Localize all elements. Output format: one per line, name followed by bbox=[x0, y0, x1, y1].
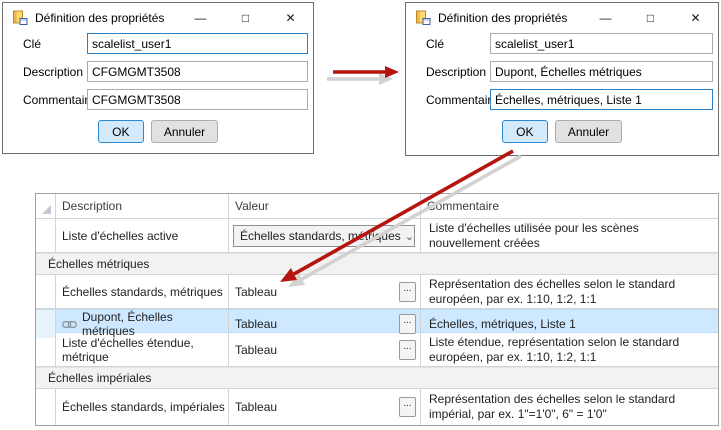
minimize-button[interactable]: — bbox=[178, 3, 223, 33]
cancel-button[interactable]: Annuler bbox=[151, 120, 218, 143]
section-echelles-imperiales[interactable]: Échelles impériales bbox=[36, 367, 718, 389]
title-bar[interactable]: Définition des propriétés — □ ✕ bbox=[406, 3, 718, 33]
ok-button[interactable]: OK bbox=[502, 120, 548, 143]
ellipsis-button[interactable]: ... bbox=[399, 314, 416, 334]
properties-icon bbox=[12, 10, 28, 26]
description-label: Description bbox=[426, 65, 490, 79]
description-input[interactable] bbox=[490, 61, 713, 82]
dialog-title: Définition des propriétés bbox=[438, 11, 567, 25]
scale-list-dropdown[interactable]: Échelles standards, métriques ⌄ bbox=[233, 225, 415, 247]
properties-icon bbox=[415, 10, 431, 26]
key-label: Clé bbox=[426, 37, 490, 51]
table-row-active-scale-list[interactable]: Liste d'échelles active Échelles standar… bbox=[36, 219, 718, 253]
table-header-row: Description Valeur Commentaire bbox=[36, 194, 718, 219]
property-table: Description Valeur Commentaire Liste d'é… bbox=[35, 193, 719, 426]
comment-input[interactable] bbox=[87, 89, 308, 110]
header-value: Valeur bbox=[229, 194, 421, 218]
link-icon bbox=[62, 320, 77, 329]
corner-triangle-icon bbox=[42, 205, 51, 214]
row-value: Tableau bbox=[235, 317, 277, 331]
minimize-button[interactable]: — bbox=[583, 3, 628, 33]
key-input[interactable] bbox=[87, 33, 308, 54]
header-description: Description bbox=[56, 194, 229, 218]
maximize-button[interactable]: □ bbox=[628, 3, 673, 33]
comment-label: Commentaire bbox=[23, 93, 87, 107]
description-input[interactable] bbox=[87, 61, 308, 82]
ellipsis-button[interactable]: ... bbox=[399, 397, 416, 417]
row-comment: Liste d'échelles utilisée pour les scène… bbox=[421, 219, 718, 253]
cancel-button[interactable]: Annuler bbox=[555, 120, 622, 143]
row-description: Liste d'échelles active bbox=[56, 219, 229, 253]
close-button[interactable]: ✕ bbox=[268, 3, 313, 33]
header-comment: Commentaire bbox=[421, 194, 718, 218]
row-description: Liste d'échelles étendue, métrique bbox=[56, 333, 229, 367]
chevron-down-icon: ⌄ bbox=[405, 230, 414, 243]
row-value: Tableau bbox=[235, 285, 277, 299]
dropdown-value: Échelles standards, métriques bbox=[240, 229, 401, 243]
title-bar[interactable]: Définition des propriétés — □ ✕ bbox=[3, 3, 313, 33]
key-label: Clé bbox=[23, 37, 87, 51]
table-row-standards-metriques[interactable]: Échelles standards, métriques Tableau ..… bbox=[36, 275, 718, 309]
row-description: Échelles standards, métriques bbox=[56, 275, 229, 309]
transform-arrow-head bbox=[385, 66, 399, 78]
row-comment: Représentation des échelles selon le sta… bbox=[421, 275, 718, 309]
select-all-corner[interactable] bbox=[36, 194, 55, 218]
table-row-liste-etendue[interactable]: Liste d'échelles étendue, métrique Table… bbox=[36, 333, 718, 367]
table-row-dupont-metriques-selected[interactable]: Dupont, Échelles métriques Tableau ... É… bbox=[36, 309, 718, 333]
maximize-button[interactable]: □ bbox=[223, 3, 268, 33]
comment-input[interactable] bbox=[490, 89, 713, 110]
key-input[interactable] bbox=[490, 33, 713, 54]
row-value: Tableau bbox=[235, 400, 277, 414]
ok-button[interactable]: OK bbox=[98, 120, 144, 143]
row-comment: Liste étendue, représentation selon le s… bbox=[421, 333, 718, 367]
row-description: Échelles standards, impériales bbox=[56, 389, 229, 425]
ellipsis-button[interactable]: ... bbox=[399, 282, 416, 302]
row-comment: Représentation des échelles selon le sta… bbox=[421, 389, 718, 425]
description-label: Description bbox=[23, 65, 87, 79]
dialog-title: Définition des propriétés bbox=[35, 11, 164, 25]
section-echelles-metriques[interactable]: Échelles métriques bbox=[36, 253, 718, 275]
properties-dialog-after: Définition des propriétés — □ ✕ Clé Desc… bbox=[405, 2, 719, 156]
table-row-standards-imperiales[interactable]: Échelles standards, impériales Tableau .… bbox=[36, 389, 718, 425]
row-value: Tableau bbox=[235, 343, 277, 357]
comment-label: Commentaire bbox=[426, 93, 490, 107]
close-button[interactable]: ✕ bbox=[673, 3, 718, 33]
properties-dialog-before: Définition des propriétés — □ ✕ Clé Desc… bbox=[2, 2, 314, 154]
arrow-shadow-head bbox=[379, 73, 393, 85]
ellipsis-button[interactable]: ... bbox=[399, 340, 416, 360]
